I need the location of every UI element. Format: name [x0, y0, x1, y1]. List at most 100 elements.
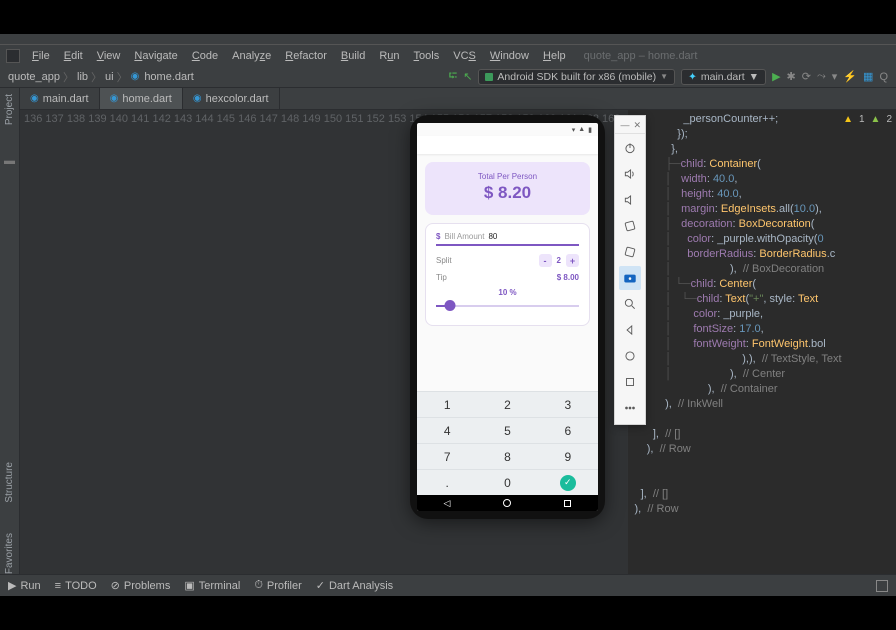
tool-problems[interactable]: ⊘ Problems	[111, 579, 171, 592]
tool-run[interactable]: ▶ Run	[8, 579, 41, 592]
key-0[interactable]: 0	[477, 469, 537, 495]
attach-debugger-icon[interactable]: ⮓	[449, 67, 458, 86]
menu-code[interactable]: Code	[186, 48, 224, 64]
device-label: Android SDK built for x86 (mobile)	[497, 71, 656, 83]
more-icon[interactable]	[619, 396, 641, 420]
debug-icon[interactable]: ✱	[787, 70, 796, 83]
overview-icon[interactable]	[619, 370, 641, 394]
search-icon[interactable]: Q	[879, 71, 888, 83]
ide-logo-icon	[6, 49, 20, 63]
key-5[interactable]: 5	[477, 417, 537, 443]
tool-todo[interactable]: ≡ TODO	[55, 580, 97, 592]
home-button[interactable]	[503, 499, 511, 507]
menu-vcs[interactable]: VCS	[447, 48, 482, 64]
android-nav-bar: ◁	[417, 495, 598, 511]
increment-button[interactable]: +	[566, 254, 579, 267]
hammer-icon[interactable]: ↖	[463, 70, 472, 83]
emulator-screen[interactable]: ▾▲▮ Total Per Person $ 8.20 $ Bill Amoun…	[417, 123, 598, 511]
key-3[interactable]: 3	[538, 391, 598, 417]
close-icon[interactable]: ✕	[633, 120, 641, 129]
window-title: quote_app – home.dart	[584, 50, 698, 62]
split-value: 2	[557, 256, 561, 265]
warning-count: 1	[859, 112, 865, 127]
device-selector[interactable]: Android SDK built for x86 (mobile) ▼	[478, 69, 675, 85]
menu-edit[interactable]: Edit	[58, 48, 89, 64]
key-6[interactable]: 6	[538, 417, 598, 443]
key-7[interactable]: 7	[417, 443, 477, 469]
tool-terminal[interactable]: ▣ Terminal	[184, 579, 240, 592]
crumb-file[interactable]: home.dart	[144, 71, 194, 83]
tool-structure[interactable]: Structure	[4, 462, 15, 503]
decrement-button[interactable]: -	[539, 254, 552, 267]
left-tool-strip: Project ▬ Structure Favorites	[0, 88, 20, 574]
camera-icon[interactable]	[619, 266, 641, 290]
key-1[interactable]: 1	[417, 391, 477, 417]
menu-tools[interactable]: Tools	[408, 48, 446, 64]
menu-window[interactable]: Window	[484, 48, 535, 64]
tool-favorites[interactable]: Favorites	[4, 533, 15, 574]
app-bar	[417, 136, 598, 154]
menu-navigate[interactable]: Navigate	[128, 48, 183, 64]
folder-icon: ▬	[4, 155, 15, 167]
tool-project[interactable]: Project	[4, 94, 15, 125]
tip-slider[interactable]	[436, 299, 579, 313]
rotate-right-icon[interactable]	[619, 240, 641, 264]
key-done[interactable]: ✓	[538, 469, 598, 495]
tab-home-dart[interactable]: ◉home.dart	[100, 88, 183, 109]
menu-build[interactable]: Build	[335, 48, 371, 64]
overview-button[interactable]	[564, 500, 571, 507]
menu-analyze[interactable]: Analyze	[226, 48, 277, 64]
home-icon[interactable]	[619, 344, 641, 368]
key-.[interactable]: .	[417, 469, 477, 495]
menu-bar: File Edit View Navigate Code Analyze Ref…	[0, 44, 896, 66]
hot-reload-icon[interactable]: ⚡	[843, 70, 857, 83]
back-button[interactable]: ◁	[444, 498, 451, 509]
total-label: Total Per Person	[425, 172, 590, 181]
warning-icon: ▲	[843, 112, 853, 127]
nav-row: quote_app〉 lib〉 ui〉 ◉ home.dart ⮓ ↖ Andr…	[0, 66, 896, 88]
tool-profiler[interactable]: ⏱ Profiler	[254, 579, 301, 592]
menu-file[interactable]: File	[26, 48, 56, 64]
key-9[interactable]: 9	[538, 443, 598, 469]
volume-down-icon[interactable]	[619, 188, 641, 212]
run-icon[interactable]: ▶	[772, 70, 780, 83]
dart-file-icon: ◉	[193, 93, 202, 104]
key-2[interactable]: 2	[477, 391, 537, 417]
tab-hexcolor-dart[interactable]: ◉hexcolor.dart	[183, 88, 280, 109]
volume-up-icon[interactable]	[619, 162, 641, 186]
rotate-left-icon[interactable]	[619, 214, 641, 238]
tab-main-dart[interactable]: ◉main.dart	[20, 88, 100, 109]
power-icon[interactable]	[619, 136, 641, 160]
menu-run[interactable]: Run	[373, 48, 405, 64]
crumb-project[interactable]: quote_app	[8, 71, 60, 83]
menu-view[interactable]: View	[91, 48, 127, 64]
run-config-selector[interactable]: ✦ main.dart ▼	[681, 69, 766, 85]
bottom-tool-bar: ▶ Run ≡ TODO ⊘ Problems ▣ Terminal ⏱ Pro…	[0, 574, 896, 596]
menu-help[interactable]: Help	[537, 48, 572, 64]
tool-dart-analysis[interactable]: ✓ Dart Analysis	[316, 579, 393, 592]
weak-warning-count: 2	[886, 112, 892, 127]
bill-input[interactable]: $ Bill Amount80	[436, 232, 579, 246]
minimize-icon[interactable]: —	[620, 120, 629, 129]
code-area[interactable]: _personCounter++; }); }, ├─child: Contai…	[628, 110, 841, 574]
coverage-icon[interactable]: ⟳	[802, 70, 811, 83]
stop-icon[interactable]: ⤳	[817, 70, 826, 83]
dart-file-icon: ◉	[131, 71, 140, 82]
chevron-down-icon: ▼	[749, 71, 759, 83]
back-icon[interactable]	[619, 318, 641, 342]
total-amount: $ 8.20	[425, 183, 590, 203]
crumb-ui[interactable]: ui	[105, 71, 114, 83]
menu-refactor[interactable]: Refactor	[279, 48, 333, 64]
total-card: Total Per Person $ 8.20	[425, 162, 590, 215]
inspection-summary[interactable]: ▲1 ▲2	[843, 112, 892, 127]
slider-thumb-icon[interactable]	[445, 300, 456, 311]
zoom-icon[interactable]	[619, 292, 641, 316]
devtools-icon[interactable]: ▦	[863, 70, 873, 83]
crumb-lib[interactable]: lib	[77, 71, 88, 83]
tip-label: Tip	[436, 273, 447, 282]
key-4[interactable]: 4	[417, 417, 477, 443]
chevron-down-icon[interactable]: ▾	[832, 70, 838, 83]
numeric-keypad: 123 456 789.0✓	[417, 391, 598, 495]
key-8[interactable]: 8	[477, 443, 537, 469]
event-log-icon[interactable]	[876, 580, 888, 592]
